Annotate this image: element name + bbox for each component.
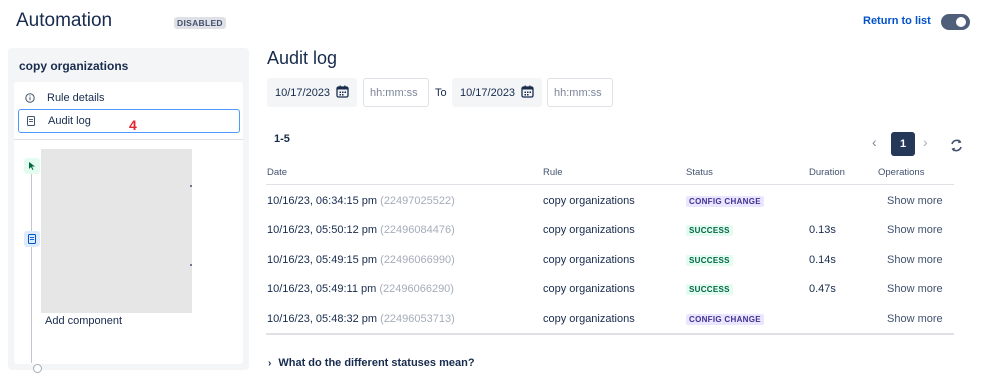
- from-date-value: 10/17/2023: [275, 86, 331, 99]
- status-badge: SUCCESS: [686, 255, 733, 266]
- annotation-number: 4: [129, 117, 137, 133]
- rule-name: copy organizations: [19, 59, 129, 73]
- rule-cell: copy organizations: [543, 254, 635, 266]
- table-bottom-divider: [266, 333, 954, 335]
- redacted-components: [41, 149, 192, 313]
- add-component-icon[interactable]: [33, 364, 42, 373]
- rule-cell: copy organizations: [543, 283, 635, 295]
- execution-id: (22496066990): [380, 254, 455, 266]
- next-page-icon[interactable]: ›: [923, 134, 928, 150]
- refresh-icon[interactable]: [949, 138, 964, 153]
- calendar-icon[interactable]: [336, 85, 349, 101]
- add-component-button[interactable]: Add component: [45, 315, 122, 327]
- date-text: 10/16/23, 05:48:32 pm: [267, 313, 378, 325]
- duration-cell: 0.14s: [809, 254, 836, 266]
- column-header-operations: Operations: [878, 167, 925, 178]
- date-text: 10/16/23, 05:49:15 pm: [267, 254, 378, 266]
- calendar-icon[interactable]: [521, 85, 534, 101]
- date-text: 10/16/23, 05:49:11 pm: [267, 283, 377, 295]
- date-cell: 10/16/23, 05:49:15 pm (22496066990): [267, 254, 455, 266]
- to-date-value: 10/17/2023: [460, 86, 516, 99]
- date-text: 10/16/23, 05:50:12 pm: [267, 224, 378, 236]
- rule-cell: copy organizations: [543, 195, 635, 207]
- table-row: 10/16/23, 05:49:11 pm (22496066290) copy…: [266, 274, 954, 303]
- column-header-duration: Duration: [809, 167, 845, 178]
- show-more-link[interactable]: Show more: [887, 313, 943, 325]
- column-header-date: Date: [267, 167, 288, 178]
- sidebar-item-label: Audit log: [48, 115, 91, 127]
- rule-enable-toggle[interactable]: [941, 14, 970, 30]
- date-cell: 10/16/23, 05:49:11 pm (22496066290): [267, 283, 454, 295]
- date-cell: 10/16/23, 06:34:15 pm (22497025522): [267, 195, 455, 207]
- rule-state-badge: DISABLED: [174, 17, 226, 29]
- column-header-status: Status: [686, 167, 713, 178]
- statuses-help-label: What do the different statuses mean?: [278, 357, 475, 369]
- sidebar-item-rule-details[interactable]: Rule details: [18, 86, 240, 110]
- toggle-knob: [956, 17, 966, 27]
- chevron-right-icon: ›: [268, 357, 272, 369]
- app-title: Automation: [16, 10, 113, 31]
- result-count: 1-5: [274, 133, 290, 145]
- date-text: 10/16/23, 06:34:15 pm: [267, 195, 378, 207]
- column-header-rule: Rule: [543, 167, 563, 178]
- status-badge: SUCCESS: [686, 225, 733, 236]
- component-flow-line: [31, 173, 32, 363]
- status-badge: SUCCESS: [686, 284, 733, 295]
- rule-cell: copy organizations: [543, 224, 635, 236]
- info-icon: [25, 93, 35, 103]
- duration-cell: 0.47s: [809, 283, 836, 295]
- duration-cell: 0.13s: [809, 224, 836, 236]
- trigger-icon[interactable]: [24, 158, 40, 174]
- show-more-link[interactable]: Show more: [887, 195, 943, 207]
- sidebar-item-label: Rule details: [47, 92, 105, 104]
- to-label: To: [435, 87, 447, 99]
- to-date-picker[interactable]: 10/17/2023: [452, 78, 542, 107]
- from-time-input[interactable]: hh:mm:ss: [363, 78, 429, 107]
- page-title: Audit log: [267, 48, 338, 68]
- document-icon: [26, 116, 36, 126]
- rule-cell: copy organizations: [543, 313, 635, 325]
- status-badge: CONFIG CHANGE: [686, 196, 764, 207]
- divider: [14, 139, 243, 140]
- execution-id: (22496066290): [379, 283, 454, 295]
- return-to-list-link[interactable]: Return to list: [863, 15, 931, 27]
- from-date-picker[interactable]: 10/17/2023: [267, 78, 357, 107]
- table-row: 10/16/23, 06:34:15 pm (22497025522) copy…: [266, 186, 954, 215]
- table-row: 10/16/23, 05:50:12 pm (22496084476) copy…: [266, 215, 954, 244]
- show-more-link[interactable]: Show more: [887, 254, 943, 266]
- table-header-divider: [266, 184, 954, 185]
- show-more-link[interactable]: Show more: [887, 224, 943, 236]
- table-row: 10/16/23, 05:48:32 pm (22496053713) copy…: [266, 304, 954, 333]
- status-badge: CONFIG CHANGE: [686, 314, 764, 325]
- table-row: 10/16/23, 05:49:15 pm (22496066990) copy…: [266, 245, 954, 274]
- date-cell: 10/16/23, 05:50:12 pm (22496084476): [267, 224, 455, 236]
- statuses-help-expander[interactable]: › What do the different statuses mean?: [268, 357, 475, 369]
- redaction-mark: [190, 185, 192, 187]
- date-cell: 10/16/23, 05:48:32 pm (22496053713): [267, 313, 455, 325]
- show-more-link[interactable]: Show more: [887, 283, 943, 295]
- to-time-input[interactable]: hh:mm:ss: [547, 78, 613, 107]
- action-icon[interactable]: [24, 231, 40, 247]
- previous-page-icon[interactable]: ‹: [872, 134, 877, 150]
- execution-id: (22496084476): [380, 224, 455, 236]
- redaction-mark: [190, 264, 192, 266]
- execution-id: (22497025522): [380, 195, 455, 207]
- page-button[interactable]: 1: [891, 132, 915, 156]
- execution-id: (22496053713): [380, 313, 455, 325]
